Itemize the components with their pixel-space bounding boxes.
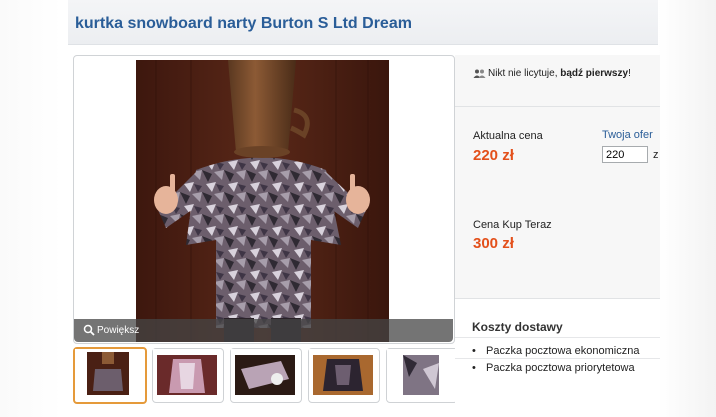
main-photo[interactable] — [136, 60, 389, 342]
page-margin-left — [0, 0, 62, 417]
gallery-thumbnail-1[interactable] — [73, 347, 147, 404]
shipping-title: Koszty dostawy — [472, 320, 563, 334]
your-offer-input[interactable] — [602, 146, 648, 163]
gallery-thumbnail-3[interactable] — [230, 348, 302, 403]
divider — [455, 106, 660, 107]
divider — [455, 298, 660, 299]
divider — [455, 358, 660, 359]
gallery-thumbnail-2[interactable] — [152, 348, 224, 403]
bidders-text-end: ! — [628, 68, 631, 79]
bidders-text: Nikt nie licytuje, — [488, 68, 561, 79]
current-price-label: Aktualna cena — [473, 130, 543, 142]
listing-title: kurtka snowboard narty Burton S Ltd Drea… — [75, 15, 412, 32]
current-price: 220 zł — [473, 147, 514, 164]
gallery-thumbnail-4[interactable] — [308, 348, 380, 403]
users-icon — [473, 69, 486, 78]
shipping-option: • Paczka pocztowa ekonomiczna — [472, 345, 640, 357]
divider — [455, 337, 660, 338]
your-offer-currency: z — [653, 149, 659, 161]
shipping-option-label: Paczka pocztowa priorytetowa — [486, 362, 635, 374]
bid-first-link[interactable]: bądź pierwszy — [560, 68, 628, 79]
bidders-info: Nikt nie licytuje, bądź pierwszy! — [473, 68, 631, 79]
gallery-thumbnail-5[interactable] — [386, 348, 458, 403]
buy-now-price-label: Cena Kup Teraz — [473, 219, 552, 231]
your-offer-label: Twoja ofer — [602, 129, 653, 141]
shipping-option: • Paczka pocztowa priorytetowa — [472, 362, 635, 374]
buy-now-price: 300 zł — [473, 235, 514, 252]
shipping-option-label: Paczka pocztowa ekonomiczna — [486, 345, 640, 357]
magnifier-icon[interactable] — [83, 324, 95, 336]
zoom-label[interactable]: Powiększ — [97, 325, 139, 336]
page-margin-right — [658, 0, 716, 417]
